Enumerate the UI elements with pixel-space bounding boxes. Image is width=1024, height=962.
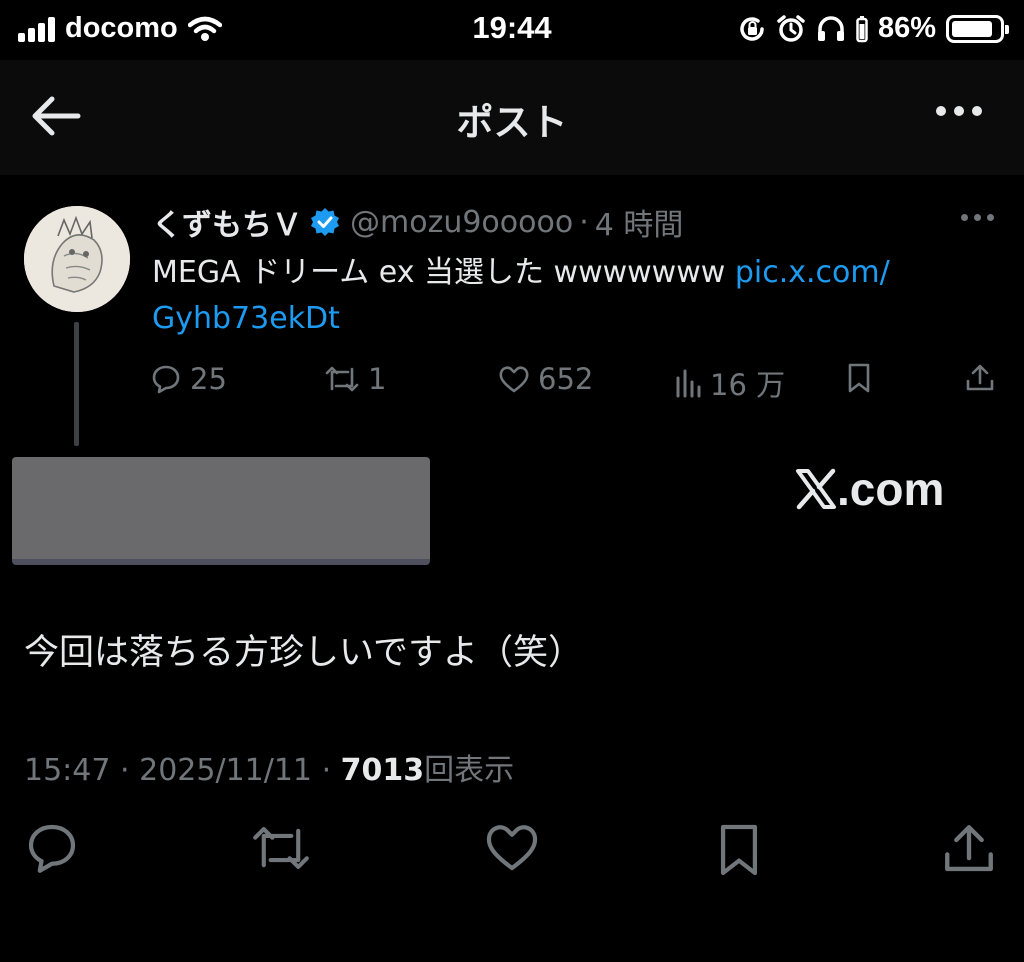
more-horizontal-icon[interactable] <box>936 106 982 116</box>
views-button[interactable]: 16 万 <box>674 362 785 404</box>
bookmark-icon <box>848 363 870 393</box>
alarm-icon <box>777 14 805 42</box>
reply-icon-large[interactable] <box>24 820 80 876</box>
main-action-bar <box>0 820 1024 884</box>
meta-separator-2: · <box>321 753 332 788</box>
like-count: 652 <box>538 362 594 396</box>
avatar-sketch-image <box>24 206 130 312</box>
battery-fill <box>952 20 992 37</box>
bookmark-button[interactable] <box>846 362 872 394</box>
headphones-icon <box>817 15 844 41</box>
status-bar: docomo 19:44 86% <box>0 0 1024 60</box>
meta-separator-1: · <box>120 753 130 788</box>
x-logo-icon <box>796 468 836 510</box>
reply-count: 25 <box>190 362 227 396</box>
post-time[interactable]: 15:47 <box>24 753 110 788</box>
post-action-bar: 25 1 652 16 万 <box>150 362 1000 402</box>
battery-small-icon <box>856 15 868 42</box>
post-text: MEGA ドリーム ex 当選した wwwwwww pic.x.com/Gyhb… <box>152 250 992 342</box>
user-handle[interactable]: @mozu9ooooo <box>350 205 573 240</box>
post-text-body: MEGA ドリーム ex 当選した wwwwwww <box>152 255 735 290</box>
like-button[interactable]: 652 <box>498 362 593 396</box>
separator: · <box>579 204 589 240</box>
media-link-part2[interactable]: Gyhb73ekDt <box>152 301 340 336</box>
post-date[interactable]: 2025/11/11 <box>139 753 312 788</box>
thread-line <box>74 322 79 446</box>
post-more-icon[interactable] <box>961 214 994 221</box>
verified-badge-icon <box>311 208 339 236</box>
repost-icon-large[interactable] <box>250 820 312 876</box>
analytics-icon <box>676 369 701 398</box>
heart-icon <box>499 366 529 393</box>
reply-icon <box>152 365 180 394</box>
share-icon-large[interactable] <box>940 820 998 878</box>
status-right: 86% <box>738 12 1009 45</box>
views-label: 回表示 <box>424 753 515 788</box>
post-header: くずもちＶ @mozu9ooooo · 4 時間 <box>152 200 683 244</box>
page-title: ポスト <box>456 101 568 144</box>
x-com-text: .com <box>837 463 945 515</box>
view-count: 16 万 <box>710 368 786 402</box>
redacted-image-block <box>12 457 430 565</box>
share-icon <box>966 364 994 391</box>
avatar[interactable] <box>24 206 130 312</box>
top-app-bar: ポスト <box>0 60 1024 175</box>
reply-button[interactable]: 25 <box>150 362 227 396</box>
bookmark-icon-large[interactable] <box>716 820 762 880</box>
repost-button[interactable]: 1 <box>324 362 386 396</box>
views-count: 7013 <box>340 753 425 788</box>
repost-count: 1 <box>368 362 387 396</box>
media-link-part1[interactable]: pic.x.com/ <box>735 255 890 290</box>
repost-icon <box>325 366 359 392</box>
post-age[interactable]: 4 時間 <box>595 200 684 244</box>
battery-percent: 86% <box>877 12 936 44</box>
display-name[interactable]: くずもちＶ <box>152 200 302 244</box>
x-com-watermark: .com <box>795 462 944 516</box>
battery-icon <box>946 14 1009 43</box>
screen-lock-icon <box>740 16 764 41</box>
share-button[interactable] <box>964 362 996 394</box>
heart-icon-large[interactable] <box>484 820 540 874</box>
post-metadata: 15:47 · 2025/11/11 · 7013回表示 <box>24 745 514 789</box>
main-post-text: 今回は落ちる方珍しいですよ（笑） <box>24 633 583 673</box>
